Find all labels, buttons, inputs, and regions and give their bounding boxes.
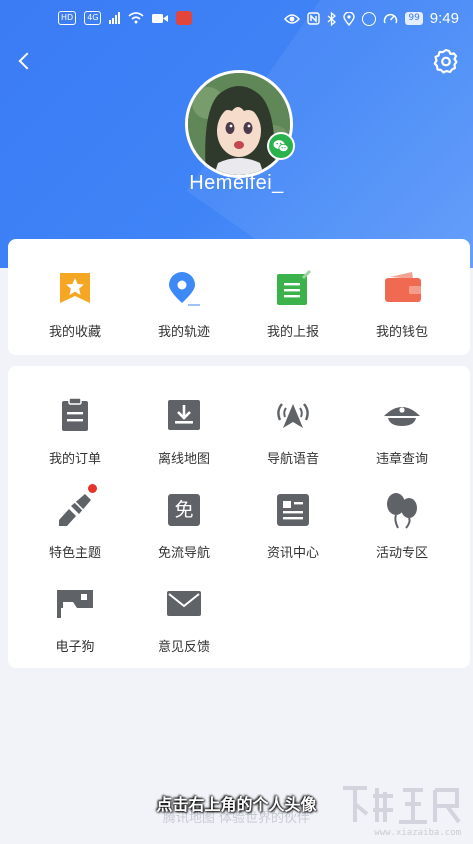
wallet-icon — [382, 269, 422, 309]
location-icon — [343, 11, 356, 26]
site-watermark: www.xiazaiba.com — [337, 782, 467, 840]
order-clipboard-icon — [55, 396, 95, 436]
signal-icon — [109, 12, 121, 24]
eye-icon — [284, 13, 301, 24]
police-cap-icon — [382, 396, 422, 436]
menu-label-activities: 活动专区 — [375, 546, 428, 561]
watermark-url: www.xiazaiba.com — [374, 828, 461, 838]
report-icon — [273, 269, 313, 309]
free-data-glyph: 免 — [174, 499, 194, 521]
avatar-anime-portrait — [188, 73, 290, 175]
wechat-icon — [269, 134, 293, 158]
menu-label-free-data-nav: 免流导航 — [157, 546, 210, 561]
gear-icon — [433, 48, 458, 74]
status-bar: HD 4G 99 9:49 — [0, 0, 473, 42]
speed-camera-icon — [55, 584, 95, 624]
mic-recording-icon — [176, 11, 193, 25]
bluetooth-icon — [327, 11, 337, 26]
tools-menu-card: 我的订单 离线地图 导航语音 违章查询 特色主题 免 免流导航 资讯中心 活动专… — [8, 366, 470, 668]
avatar[interactable] — [185, 70, 293, 178]
menu-item-themes[interactable]: 特色主题 — [20, 484, 130, 561]
menu-label-nav-voice: 导航语音 — [266, 452, 319, 467]
menu-item-violation-query[interactable]: 违章查询 — [347, 396, 457, 467]
menu-item-feedback[interactable]: 意见反馈 — [129, 584, 239, 655]
track-label: 我的轨迹 — [157, 325, 210, 340]
favorites-label: 我的收藏 — [48, 325, 101, 340]
wechat-badge — [267, 132, 295, 160]
feedback-mail-icon — [164, 584, 204, 624]
report-shortcut[interactable]: 我的上报 — [238, 269, 348, 340]
menu-label-offline-map: 离线地图 — [157, 452, 210, 467]
menu-item-free-data-nav[interactable]: 免 免流导航 — [129, 490, 239, 561]
menu-label-feedback: 意见反馈 — [157, 640, 210, 655]
news-icon — [273, 490, 313, 530]
nfc-icon — [307, 12, 321, 25]
username[interactable]: Hemeifei_ — [0, 172, 473, 195]
track-location-icon — [164, 269, 204, 309]
menu-label-speed-camera: 电子狗 — [55, 640, 95, 655]
menu-label-news-center: 资讯中心 — [266, 546, 319, 561]
menu-item-orders[interactable]: 我的订单 — [20, 396, 130, 467]
video-icon — [152, 13, 169, 23]
speed-icon — [384, 13, 398, 24]
watermark-logo — [343, 786, 461, 824]
wifi-icon — [128, 12, 145, 24]
back-button[interactable] — [14, 48, 40, 74]
menu-item-activities[interactable]: 活动专区 — [347, 490, 457, 561]
new-badge-dot — [88, 484, 97, 493]
menu-label-themes: 特色主题 — [48, 546, 101, 561]
menu-label-orders: 我的订单 — [48, 452, 101, 467]
shortcuts-card: 我的收藏 我的轨迹 我的上报 我的钱包 — [8, 239, 470, 355]
wallet-shortcut[interactable]: 我的钱包 — [347, 269, 457, 340]
favorites-star-icon — [55, 269, 95, 309]
theme-brush-icon — [55, 484, 97, 530]
chevron-left-icon — [18, 52, 36, 70]
menu-item-offline-map[interactable]: 离线地图 — [129, 396, 239, 467]
wallet-label: 我的钱包 — [375, 325, 428, 340]
offline-map-download-icon — [164, 396, 204, 436]
avatar-container — [185, 70, 295, 178]
menu-label-violation-query: 违章查询 — [375, 452, 428, 467]
menu-item-nav-voice[interactable]: 导航语音 — [238, 396, 348, 467]
settings-button[interactable] — [431, 46, 461, 76]
alarm-icon — [362, 11, 377, 26]
track-shortcut[interactable]: 我的轨迹 — [129, 269, 239, 340]
free-data-icon: 免 — [164, 490, 204, 530]
navigation-voice-icon — [273, 396, 313, 436]
network-chip: 4G — [84, 11, 102, 25]
clock: 9:49 — [429, 10, 459, 27]
battery-indicator: 99 — [405, 12, 423, 25]
report-label: 我的上报 — [266, 325, 319, 340]
hd-chip: HD — [58, 11, 77, 25]
menu-item-speed-camera[interactable]: 电子狗 — [20, 584, 130, 655]
favorites-shortcut[interactable]: 我的收藏 — [20, 269, 130, 340]
balloons-icon — [382, 490, 422, 530]
menu-item-news-center[interactable]: 资讯中心 — [238, 490, 348, 561]
